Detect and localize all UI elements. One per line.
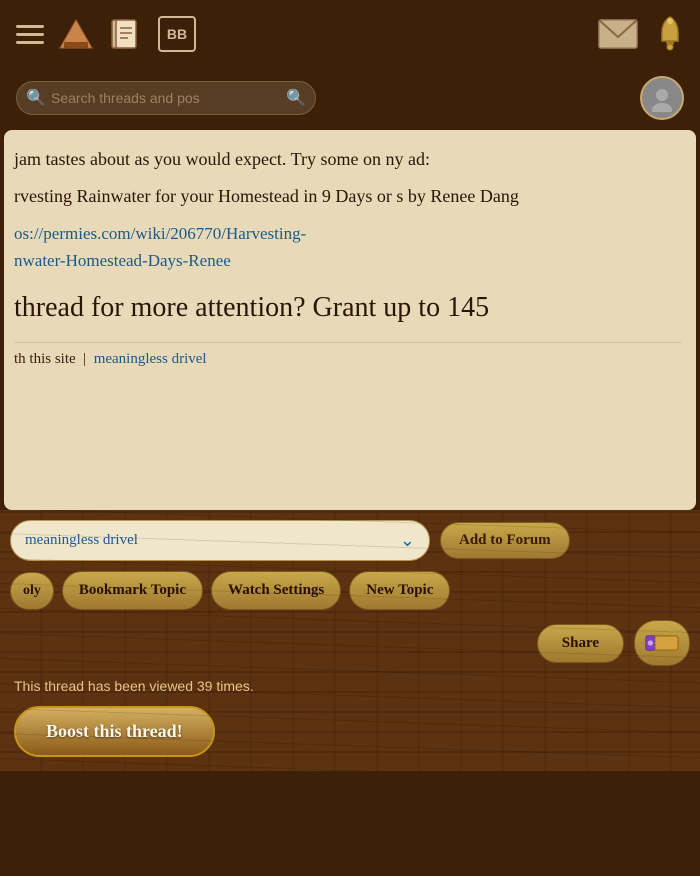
search-icon-left: 🔍	[26, 88, 46, 108]
dropdown-row: meaningless drivel ⌄ Add to Forum	[10, 520, 690, 561]
ticket-button[interactable]	[634, 620, 690, 666]
hamburger-menu-icon[interactable]	[16, 25, 44, 44]
search-wrap: 🔍 🔍	[16, 81, 316, 115]
action-buttons-row: oly Bookmark Topic Watch Settings New To…	[10, 571, 690, 610]
bookmark-topic-button[interactable]: Bookmark Topic	[62, 571, 203, 610]
boost-thread-button[interactable]: Boost this thread!	[14, 706, 215, 757]
view-count-text: This thread has been viewed 39 times.	[14, 678, 254, 694]
search-row: 🔍 🔍	[0, 68, 700, 130]
share-row: Share	[10, 620, 690, 666]
pie-icon[interactable]	[58, 16, 94, 52]
bb-code-icon[interactable]: BB	[158, 16, 196, 52]
content-text-1: jam tastes about as you would expect. Tr…	[14, 146, 682, 173]
share-button[interactable]: Share	[537, 624, 624, 663]
top-nav-bar: BB	[0, 0, 700, 68]
bottom-toolbar: meaningless drivel ⌄ Add to Forum oly Bo…	[0, 510, 700, 771]
pages-icon[interactable]	[108, 16, 144, 52]
content-footer: th this site | meaningless drivel	[14, 342, 682, 368]
footer-drivel-link[interactable]: meaningless drivel	[94, 351, 207, 367]
messages-icon[interactable]	[598, 19, 638, 49]
content-card: jam tastes about as you would expect. Tr…	[4, 130, 696, 510]
forum-dropdown-value: meaningless drivel	[25, 532, 138, 549]
watch-settings-button[interactable]: Watch Settings	[211, 571, 341, 610]
chevron-down-icon: ⌄	[400, 530, 415, 551]
notifications-icon[interactable]	[656, 15, 684, 53]
footer-divider: |	[83, 351, 86, 367]
forum-dropdown[interactable]: meaningless drivel ⌄	[10, 520, 430, 561]
nav-right-group	[598, 15, 684, 53]
nav-left-group: BB	[16, 16, 196, 52]
new-topic-button[interactable]: New Topic	[349, 571, 450, 610]
content-text-2: rvesting Rainwater for your Homestead in…	[14, 183, 682, 210]
add-to-forum-button[interactable]: Add to Forum	[440, 522, 570, 559]
avatar[interactable]	[640, 76, 684, 120]
search-icon-right: 🔍	[286, 88, 306, 108]
reply-button[interactable]: oly	[10, 572, 54, 610]
content-link[interactable]: os://permies.com/wiki/206770/Harvesting-…	[14, 220, 682, 274]
content-attention-text: thread for more attention? Grant up to 1…	[14, 288, 682, 327]
search-input[interactable]	[16, 81, 316, 115]
view-count-row: This thread has been viewed 39 times.	[10, 674, 690, 700]
footer-site-text: th this site	[14, 351, 76, 367]
boost-row: Boost this thread!	[10, 700, 690, 771]
